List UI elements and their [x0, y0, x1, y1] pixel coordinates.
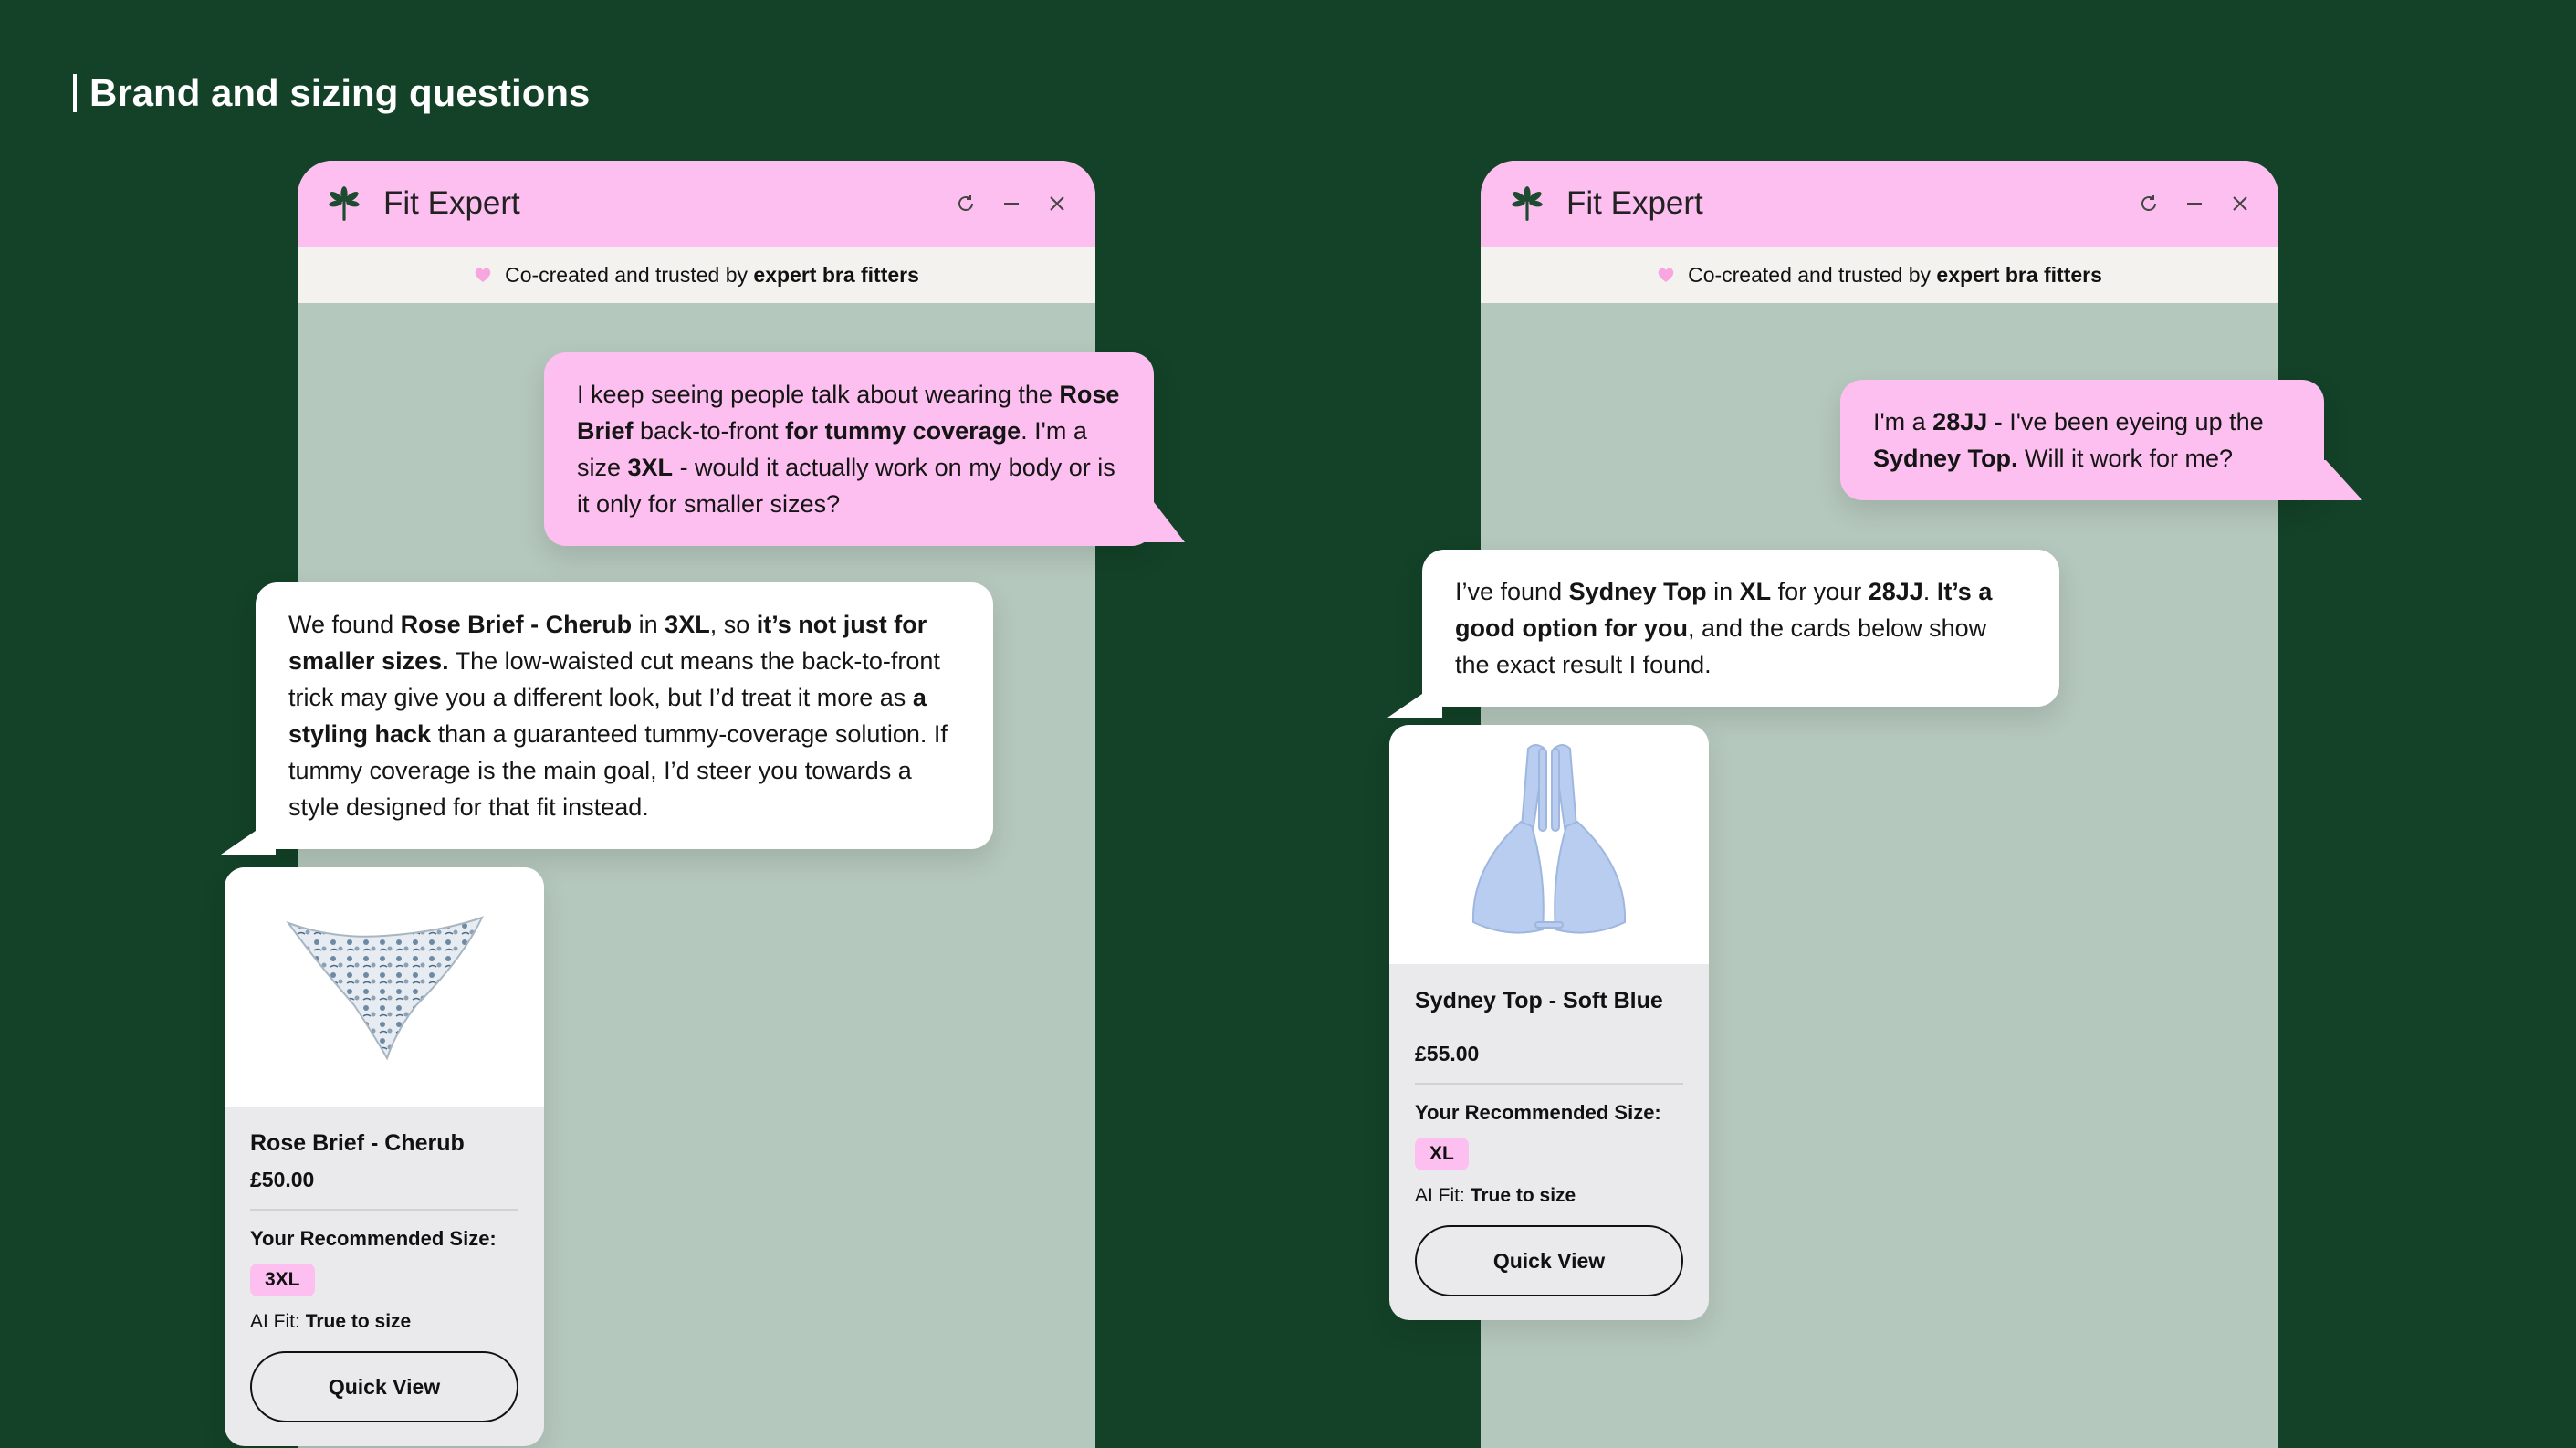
message-segment: Rose Brief - Cherub [400, 611, 633, 638]
window-controls [955, 193, 1068, 215]
quick-view-button[interactable]: Quick View [250, 1351, 518, 1422]
recommended-size-label: Your Recommended Size: [1415, 1101, 1661, 1124]
message-segment: in [1706, 578, 1740, 605]
product-image [225, 867, 544, 1107]
bot-message-text: We found Rose Brief - Cherub in 3XL, so … [288, 606, 960, 825]
product-price: £50.00 [250, 1168, 315, 1191]
message-segment: I’ve found [1455, 578, 1569, 605]
trust-text-bold: expert bra fitters [1936, 262, 2102, 287]
product-name: Sydney Top - Soft Blue [1415, 988, 1663, 1013]
minimize-icon[interactable] [1000, 193, 1022, 215]
product-name: Rose Brief - Cherub [250, 1130, 465, 1156]
slide-title: Brand and sizing questions [73, 71, 590, 115]
bubble-tail [1387, 666, 1442, 718]
message-segment: . [1922, 578, 1937, 605]
trust-banner: Co-created and trusted by expert bra fit… [1481, 247, 2278, 303]
widget-header: Fit Expert [298, 161, 1095, 247]
message-segment: 28JJ [1932, 408, 1988, 435]
size-badge: XL [1415, 1138, 1469, 1170]
quick-view-button[interactable]: Quick View [1415, 1225, 1683, 1296]
message-segment: 28JJ [1868, 578, 1923, 605]
product-card[interactable]: Sydney Top - Soft Blue £55.00 Your Recom… [1389, 725, 1709, 1320]
user-message-bubble: I'm a 28JJ - I've been eyeing up the Syd… [1840, 380, 2324, 500]
trust-banner: Co-created and trusted by expert bra fit… [298, 247, 1095, 303]
trust-text: Co-created and trusted by [505, 262, 749, 287]
product-image [1389, 725, 1709, 964]
message-segment: - I've been eyeing up the [1987, 408, 2264, 435]
brief-product-icon [286, 916, 484, 1061]
message-segment: 3XL [627, 454, 674, 481]
divider [250, 1209, 518, 1211]
bot-message-bubble: I’ve found Sydney Top in XL for your 28J… [1422, 550, 2059, 707]
bot-message-bubble: We found Rose Brief - Cherub in 3XL, so … [256, 582, 993, 849]
message-segment: for your [1771, 578, 1869, 605]
bubble-tail [221, 803, 276, 855]
title-bar [73, 74, 77, 112]
message-segment: XL [1739, 578, 1772, 605]
message-segment: We found [288, 611, 401, 638]
trust-text: Co-created and trusted by [1688, 262, 1932, 287]
palm-logo-icon [1512, 186, 1543, 221]
close-icon[interactable] [2229, 193, 2251, 215]
message-segment: for tummy coverage [785, 417, 1021, 445]
bubble-tail [2304, 460, 2362, 500]
widget-title: Fit Expert [383, 185, 520, 221]
user-message-text: I'm a 28JJ - I've been eyeing up the Syd… [1873, 404, 2291, 477]
window-controls [2138, 193, 2251, 215]
divider [1415, 1083, 1683, 1085]
user-message-bubble: I keep seeing people talk about wearing … [544, 352, 1154, 546]
refresh-icon[interactable] [2138, 193, 2160, 215]
trust-text-bold: expert bra fitters [753, 262, 919, 287]
heart-icon [475, 268, 491, 282]
size-badge: 3XL [250, 1264, 315, 1296]
heart-icon [1658, 268, 1674, 282]
close-icon[interactable] [1046, 193, 1068, 215]
message-segment: Sydney Top. [1873, 445, 2018, 472]
widget-header: Fit Expert [1481, 161, 2278, 247]
widget-title: Fit Expert [1566, 185, 1703, 221]
bot-message-text: I’ve found Sydney Top in XL for your 28J… [1455, 573, 2026, 683]
message-segment: , so [709, 611, 757, 638]
ai-fit-text: AI Fit: True to size [250, 1311, 412, 1332]
palm-logo-icon [329, 186, 360, 221]
minimize-icon[interactable] [2183, 193, 2205, 215]
recommended-size-label: Your Recommended Size: [250, 1227, 497, 1250]
message-segment: in [632, 611, 665, 638]
message-segment: Sydney Top [1568, 578, 1707, 605]
ai-fit-text: AI Fit: True to size [1415, 1185, 1576, 1206]
message-segment: Will it work for me? [2017, 445, 2234, 472]
bikini-top-product-icon [1471, 744, 1627, 934]
slide-title-text: Brand and sizing questions [89, 71, 591, 114]
user-message-text: I keep seeing people talk about wearing … [577, 376, 1121, 522]
message-segment: I'm a [1873, 408, 1933, 435]
bubble-tail [1132, 502, 1185, 542]
message-segment: 3XL [665, 611, 710, 638]
product-card[interactable]: Rose Brief - Cherub £50.00 Your Recommen… [225, 867, 544, 1446]
message-segment: I keep seeing people talk about wearing … [577, 381, 1060, 408]
message-segment: back-to-front [633, 417, 786, 445]
refresh-icon[interactable] [955, 193, 977, 215]
product-price: £55.00 [1415, 1042, 1480, 1065]
